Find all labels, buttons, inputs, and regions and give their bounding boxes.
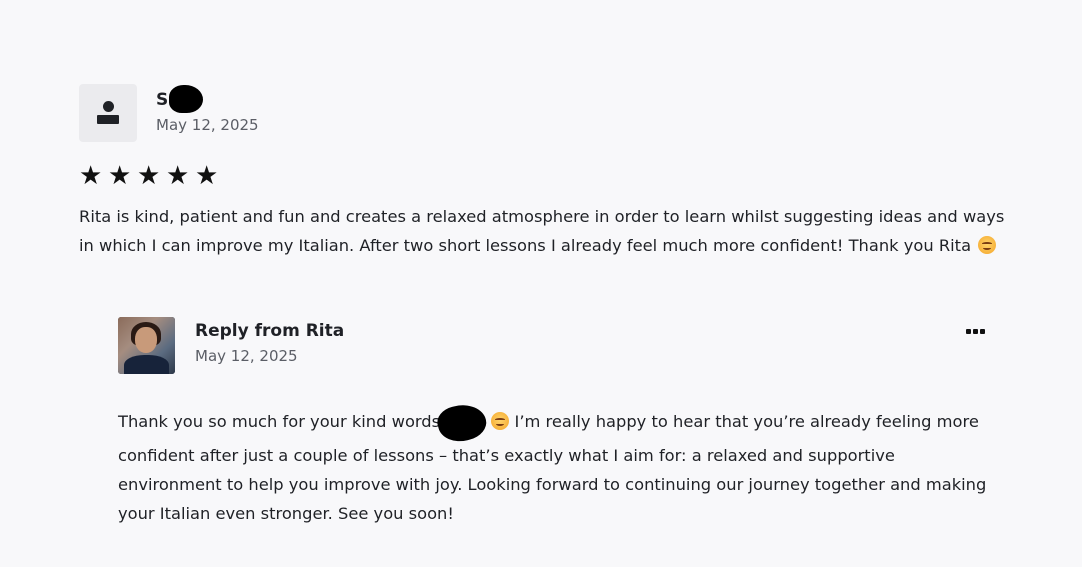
review-text: Rita is kind, patient and fun and create…	[79, 202, 1009, 260]
default-avatar-icon	[79, 84, 137, 142]
star-icon: ★	[166, 161, 192, 191]
reply-date: May 12, 2025	[195, 347, 298, 365]
reply-title: Reply from Rita	[195, 321, 345, 341]
star-icon: ★	[79, 161, 105, 191]
reply-header: Reply from Rita May 12, 2025	[118, 317, 998, 375]
star-icon: ★	[195, 161, 221, 191]
more-options-icon[interactable]	[964, 321, 986, 341]
tutor-avatar	[118, 317, 175, 374]
review-body: Rita is kind, patient and fun and create…	[79, 207, 1005, 255]
reviewer-meta: S May 12, 2025	[156, 85, 259, 136]
owner-reply: Reply from Rita May 12, 2025 Thank you s…	[118, 317, 998, 528]
star-icon: ★	[137, 161, 163, 191]
reviewer-name: S	[156, 85, 203, 113]
avatar-shoulders	[97, 115, 119, 124]
reply-body-start: Thank you so much for your kind words	[118, 412, 441, 431]
review-card: S May 12, 2025 ★ ★ ★ ★ ★ Rita is kind, p…	[79, 84, 1009, 260]
star-rating: ★ ★ ★ ★ ★	[79, 161, 1009, 191]
star-icon: ★	[108, 161, 134, 191]
reply-text: Thank you so much for your kind words I’…	[118, 399, 998, 528]
reply-meta: Reply from Rita May 12, 2025	[195, 319, 344, 367]
smiling-face-emoji-icon	[491, 412, 510, 430]
reviewer-name-text: S	[156, 90, 169, 110]
redaction-mark	[169, 85, 203, 113]
avatar-head	[103, 101, 114, 112]
reviewer-header: S May 12, 2025	[79, 84, 1009, 142]
review-date: May 12, 2025	[156, 116, 259, 134]
smiling-face-emoji-icon	[978, 236, 997, 254]
redaction-mark	[434, 399, 490, 447]
